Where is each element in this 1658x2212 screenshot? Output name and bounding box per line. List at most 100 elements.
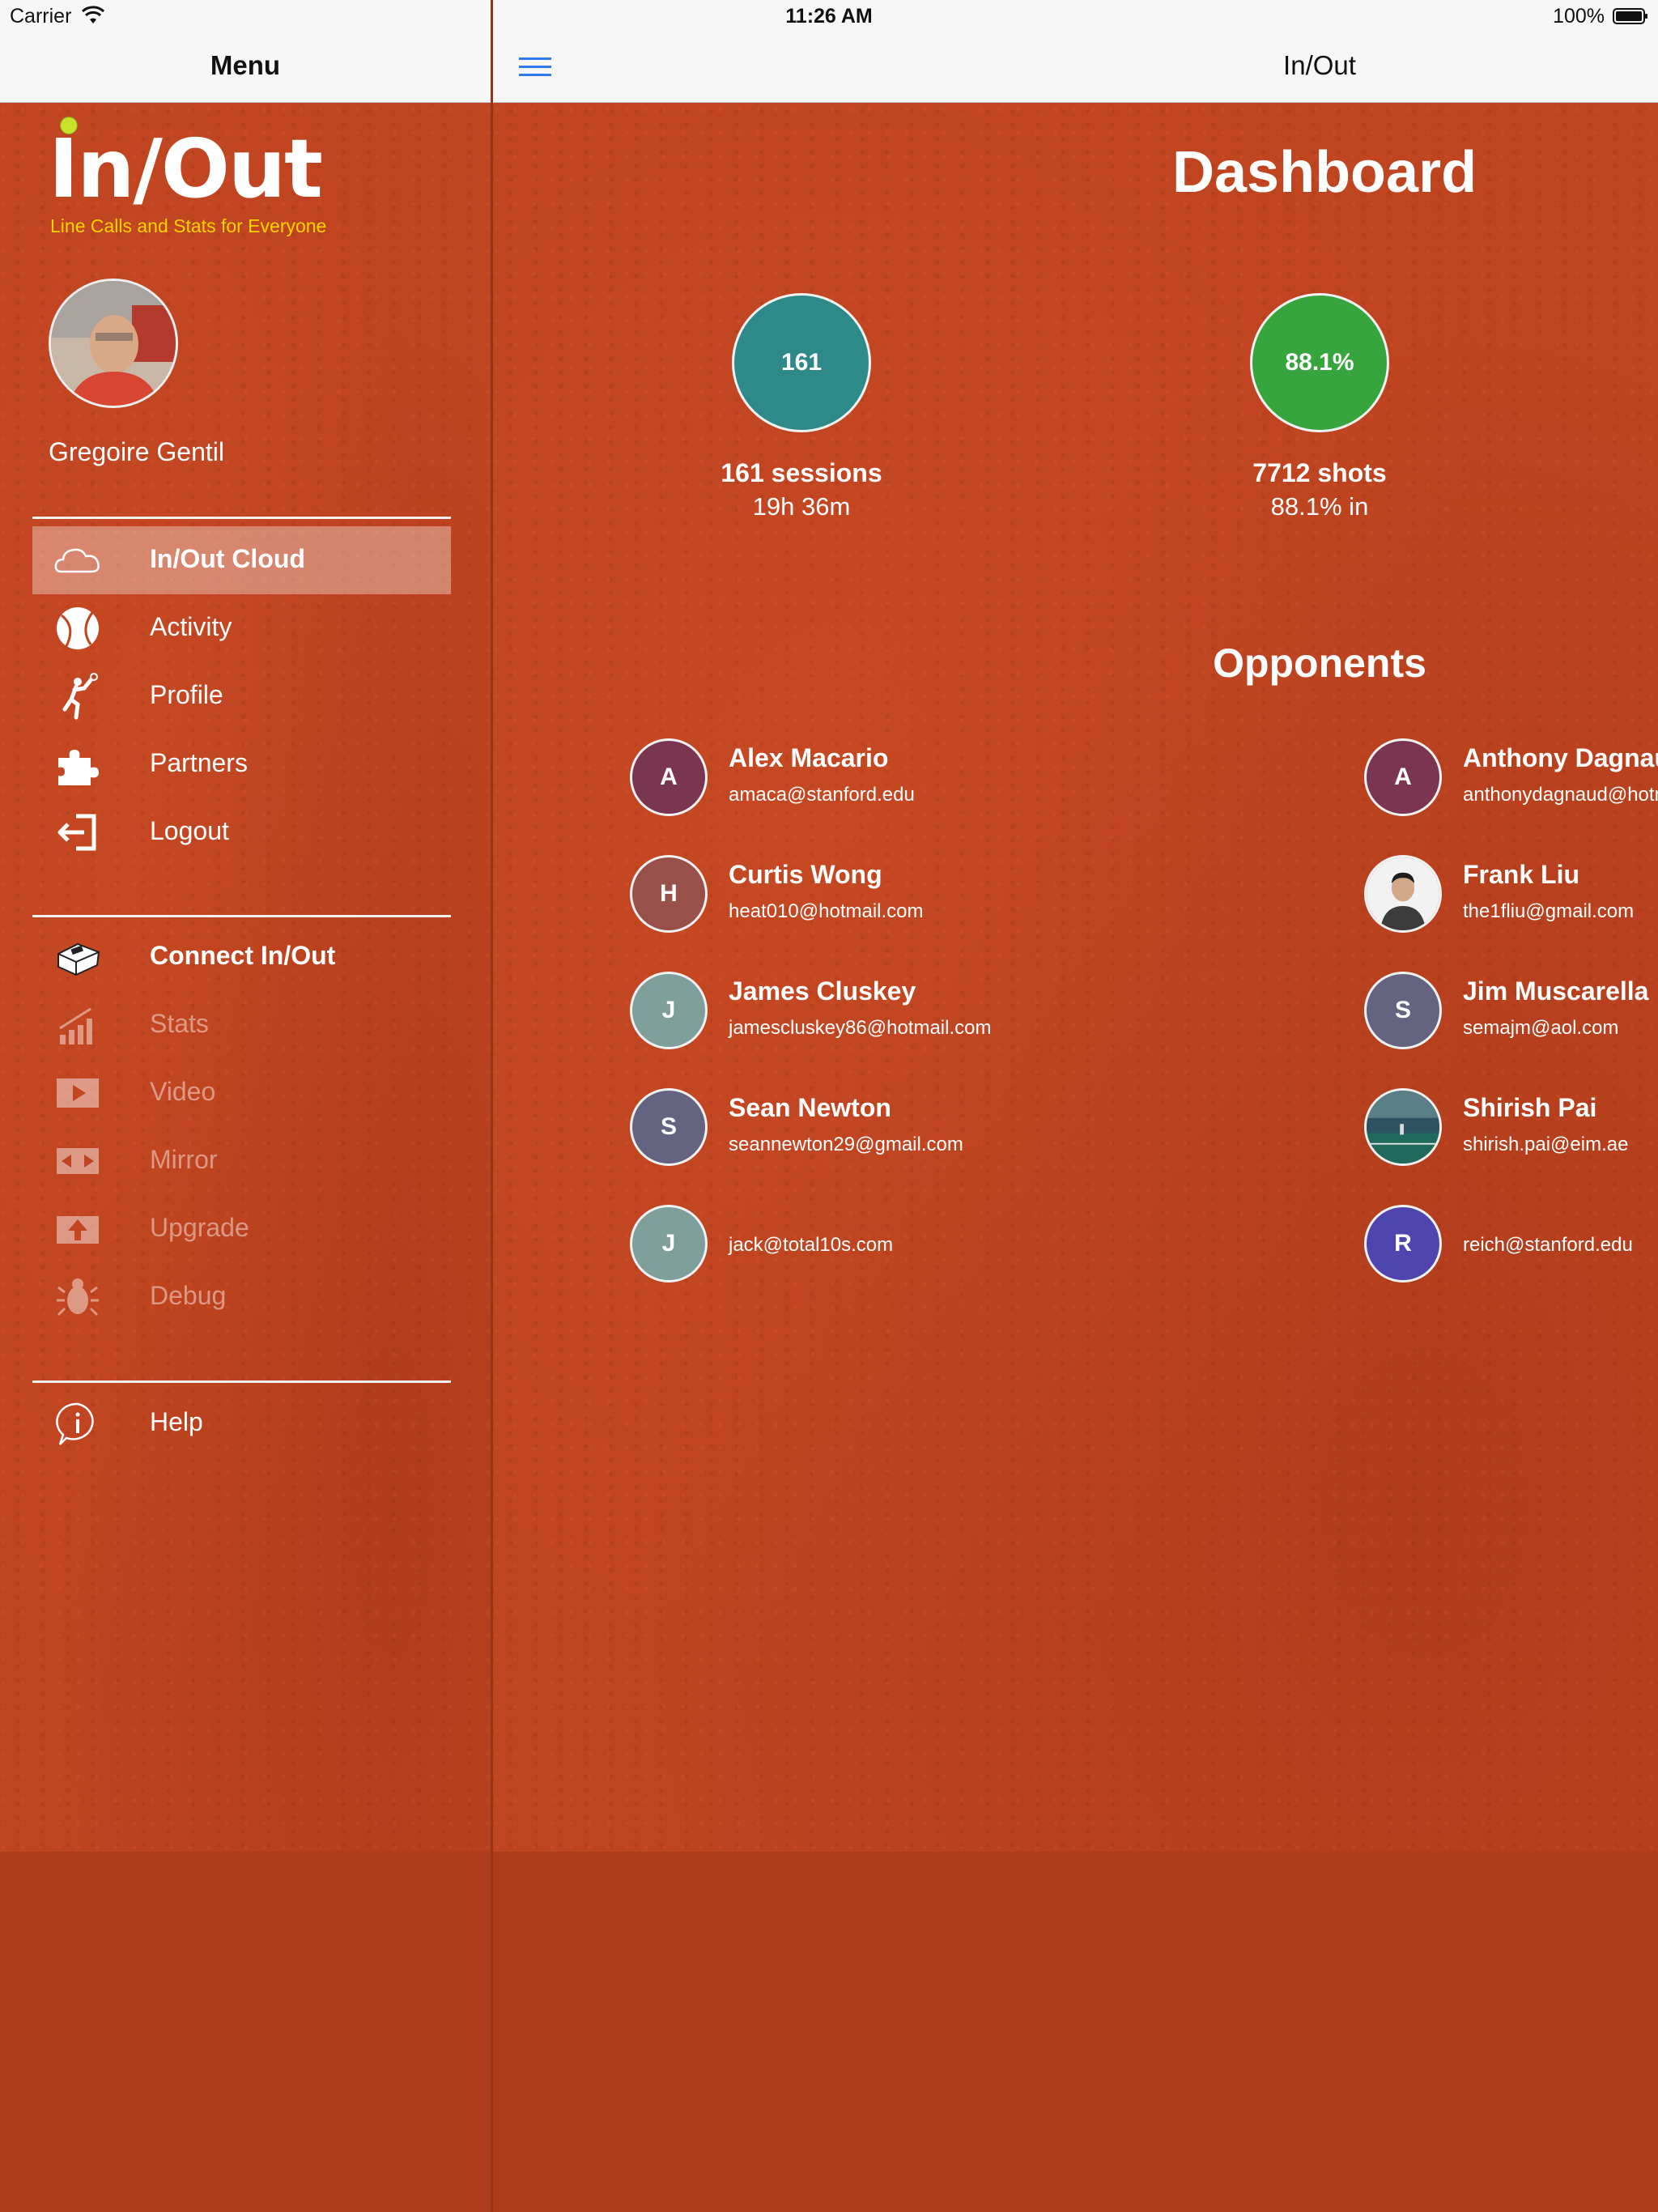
opponent-avatar: H: [630, 855, 708, 933]
menu-item-label: Logout: [150, 816, 229, 845]
shots-label: 7712 shots: [1252, 458, 1387, 487]
menu-item-label: Mirror: [150, 1145, 218, 1174]
logo-text: In/Out: [49, 121, 323, 216]
menu-item-label: Stats: [150, 1009, 209, 1038]
sessions-count: 161: [780, 349, 823, 376]
battery-icon: [1613, 8, 1647, 24]
menu-divider: [32, 915, 451, 917]
dashboard-title: Dashboard: [1172, 140, 1477, 205]
sidebar-background-lower: [0, 1852, 491, 2212]
shots-in-percent: 88.1% in: [1270, 492, 1369, 521]
menu-item-label: Partners: [150, 748, 248, 777]
sidebar-title: Menu: [210, 50, 281, 80]
user-name: Gregoire Gentil: [49, 437, 224, 466]
opponent-item[interactable]: S Jim Muscarella semajm@aol.com: [1364, 972, 1658, 1053]
mirror-icon: [57, 1148, 99, 1174]
opponent-email: heat010@hotmail.com: [729, 900, 924, 922]
sessions-circle[interactable]: 161: [732, 293, 871, 432]
menu-item-upgrade[interactable]: Upgrade: [32, 1195, 451, 1263]
menu-item-label: Help: [150, 1407, 203, 1436]
menu-item-help[interactable]: Help: [32, 1389, 451, 1457]
menu-item-label: Connect In/Out: [150, 941, 336, 970]
opponents-title: Opponents: [1213, 640, 1426, 686]
menu-item-label: Video: [150, 1077, 216, 1106]
logout-icon: [57, 814, 96, 851]
opponent-photo: [1367, 857, 1439, 930]
nav-title: In/Out: [1283, 50, 1356, 80]
opponent-avatar: J: [630, 1205, 708, 1283]
menu-item-inout-cloud[interactable]: In/Out Cloud: [32, 526, 451, 594]
menu-item-label: Debug: [150, 1281, 227, 1310]
opponent-item[interactable]: Shirish Pai shirish.pai@eim.ae: [1364, 1088, 1658, 1169]
menu-item-label: Profile: [150, 680, 223, 709]
opponent-email: amaca@stanford.edu: [729, 784, 915, 806]
device-icon: [57, 942, 100, 976]
user-photo: [51, 281, 176, 406]
sidebar: Menu In/Out Line Calls and Stats for Eve…: [0, 0, 491, 2212]
tennis-ball-icon: [60, 117, 78, 134]
bug-icon: [57, 1278, 99, 1317]
status-bar: Carrier 11:26 AM 100%: [0, 0, 1658, 32]
opponent-photo: [1367, 1091, 1439, 1163]
menu-item-stats[interactable]: Stats: [32, 991, 451, 1059]
opponent-item[interactable]: A Anthony Dagnaud anthonydagnaud@hotmail…: [1364, 738, 1658, 819]
opponent-item[interactable]: J jack@total10s.com: [630, 1205, 1083, 1286]
main-background-lower: [493, 1852, 1658, 2212]
accuracy-percent: 88.1%: [1285, 349, 1354, 376]
opponent-name: Frank Liu: [1463, 860, 1580, 889]
menu-item-debug[interactable]: Debug: [32, 1263, 451, 1331]
logo-tagline: Line Calls and Stats for Everyone: [50, 215, 327, 236]
opponent-photo-avatar: [1364, 855, 1442, 933]
opponent-avatar: R: [1364, 1205, 1442, 1283]
opponent-photo-avatar: [1364, 1088, 1442, 1166]
opponent-item[interactable]: H Curtis Wong heat010@hotmail.com: [630, 855, 1083, 936]
opponent-name: Alex Macario: [729, 743, 889, 772]
menu-item-profile[interactable]: Profile: [32, 662, 451, 730]
menu-item-logout[interactable]: Logout: [32, 798, 451, 866]
opponent-email: the1fliu@gmail.com: [1463, 900, 1635, 922]
menu-divider: [32, 517, 451, 519]
tennis-player-icon: [62, 673, 98, 720]
opponent-avatar: J: [630, 972, 708, 1049]
opponent-email: semajm@aol.com: [1463, 1017, 1619, 1039]
sessions-label: 161 sessions: [721, 458, 882, 487]
hamburger-menu-icon[interactable]: [519, 55, 551, 79]
opponent-avatar: A: [1364, 738, 1442, 816]
app-logo: In/Out Line Calls and Stats for Everyone: [49, 117, 356, 243]
opponent-name: Shirish Pai: [1463, 1093, 1597, 1122]
opponent-email: shirish.pai@eim.ae: [1463, 1134, 1629, 1155]
info-icon: [56, 1402, 94, 1445]
opponent-item[interactable]: J James Cluskey jamescluskey86@hotmail.c…: [630, 972, 1083, 1053]
opponent-item[interactable]: A Alex Macario amaca@stanford.edu: [630, 738, 1083, 819]
opponent-email: anthonydagnaud@hotmail.com: [1463, 784, 1658, 806]
opponent-avatar: A: [630, 738, 708, 816]
menu-divider: [32, 1380, 451, 1383]
menu-item-mirror[interactable]: Mirror: [32, 1127, 451, 1195]
menu-item-label: In/Out Cloud: [150, 544, 305, 573]
opponent-name: Jim Muscarella: [1463, 976, 1649, 1006]
opponent-email: jamescluskey86@hotmail.com: [729, 1017, 992, 1039]
puzzle-icon: [58, 750, 99, 785]
opponent-avatar: S: [1364, 972, 1442, 1049]
menu-item-video[interactable]: Video: [32, 1059, 451, 1127]
user-avatar[interactable]: [49, 279, 178, 408]
tennis-ball-icon: [57, 607, 99, 649]
opponent-item[interactable]: Frank Liu the1fliu@gmail.com: [1364, 855, 1658, 936]
opponent-item[interactable]: S Sean Newton seannewton29@gmail.com: [630, 1088, 1083, 1169]
opponent-email: jack@total10s.com: [729, 1234, 894, 1256]
menu-item-activity[interactable]: Activity: [32, 594, 451, 662]
accuracy-circle[interactable]: 88.1%: [1250, 293, 1389, 432]
menu-item-partners[interactable]: Partners: [32, 730, 451, 798]
opponent-name: James Cluskey: [729, 976, 916, 1006]
opponent-email: seannewton29@gmail.com: [729, 1134, 963, 1155]
opponent-avatar: S: [630, 1088, 708, 1166]
stats-icon: [59, 1007, 92, 1044]
menu-item-connect-inout[interactable]: Connect In/Out: [32, 923, 451, 991]
opponent-item[interactable]: R reich@stanford.edu: [1364, 1205, 1658, 1286]
menu-item-label: Activity: [150, 612, 232, 641]
video-icon: [57, 1078, 99, 1108]
upgrade-icon: [57, 1216, 99, 1244]
opponent-name: Anthony Dagnaud: [1463, 743, 1658, 772]
cloud-icon: [54, 548, 100, 573]
split-divider: [491, 0, 493, 2212]
